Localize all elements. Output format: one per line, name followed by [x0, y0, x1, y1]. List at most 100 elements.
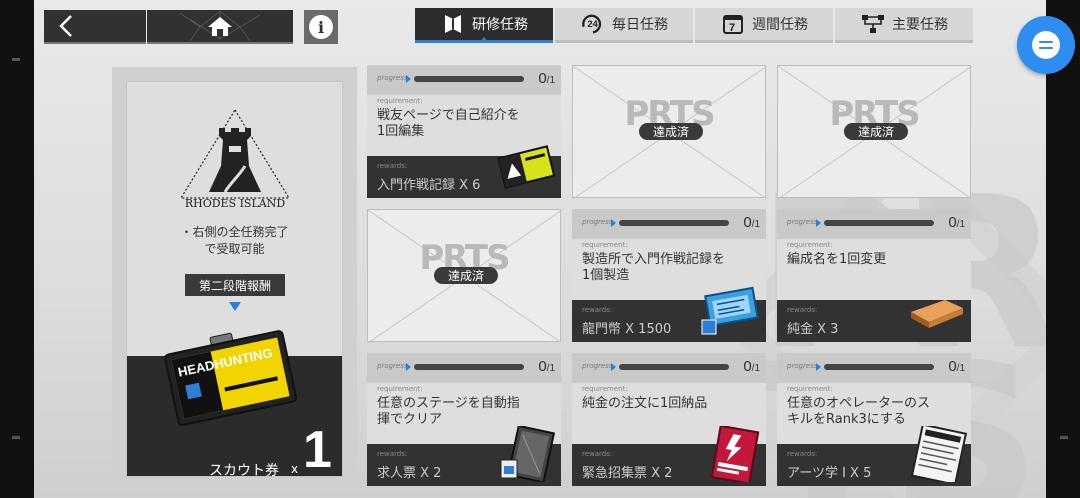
bookmark-icon — [440, 13, 466, 35]
reward-inner: RHODES ISLAND ・右側の全任務完了 で受取可能 第二段階報酬 HEA… — [126, 81, 343, 479]
info-icon: i — [309, 15, 333, 39]
progress-total: 1 — [959, 363, 965, 374]
progress-current: 0 — [743, 214, 752, 231]
rewards-label: rewards: — [377, 450, 408, 458]
battle-record-icon — [497, 145, 556, 189]
requirement-label: requirement: — [787, 241, 833, 249]
svg-text:RHODES ISLAND: RHODES ISLAND — [185, 197, 286, 210]
tab-training[interactable]: 研修任務 — [415, 8, 553, 43]
progress-row: progress 0/1 — [367, 353, 561, 383]
reward-text: 入門作戦記録 X 6 — [377, 178, 481, 193]
rewards-label: rewards: — [582, 450, 613, 458]
progress-row: progress 0/1 — [777, 353, 971, 383]
progress-arrow-icon — [816, 363, 821, 371]
skill-book-icon — [910, 426, 967, 482]
task-card-completed: PRTS 達成済 — [572, 65, 767, 199]
unlock-condition: ・右側の全任務完了 で受取可能 — [127, 224, 342, 258]
info-button[interactable]: i — [304, 10, 338, 44]
task-card[interactable]: progress 0/1 requirement: 任意のステージを自動指揮でク… — [367, 353, 561, 486]
progress-total: 1 — [549, 363, 555, 374]
progress-label: progress — [377, 74, 408, 82]
requirement-text: 編成名を1回変更 — [787, 252, 887, 267]
progress-row: progress 0/1 — [572, 353, 766, 383]
progress-current: 0 — [743, 358, 752, 375]
rhodes-island-logo: RHODES ISLAND — [179, 108, 291, 210]
progress-current: 0 — [538, 70, 547, 87]
reward-text: アーツ学 I X 5 — [787, 466, 872, 481]
tab-main[interactable]: 主要任務 — [835, 8, 973, 43]
task-card[interactable]: progress 0/1 requirement: 任意のオペレーターのスキルを… — [777, 353, 971, 486]
progress-arrow-icon — [611, 219, 616, 227]
progress-current: 0 — [948, 358, 957, 375]
progress-count: 0/1 — [743, 214, 760, 231]
task-card[interactable]: progress 0/1 requirement: 製造所で入門作戦記録を1個製… — [572, 209, 766, 342]
progress-label: progress — [377, 362, 408, 370]
task-card[interactable]: progress 0/1 requirement: 編成名を1回変更 rewar… — [777, 209, 971, 342]
home-button[interactable] — [147, 10, 293, 44]
requirement-label: requirement: — [582, 385, 628, 393]
rewards-label: rewards: — [787, 306, 818, 314]
side-marker — [12, 436, 20, 439]
tab-weekly[interactable]: 7 週間任務 — [695, 8, 833, 43]
progress-bar — [414, 364, 524, 370]
chat-icon — [1032, 31, 1060, 59]
stage-reward-panel: RHODES ISLAND ・右側の全任務完了 で受取可能 第二段階報酬 HEA… — [112, 67, 357, 487]
progress-row: progress 0/1 — [367, 65, 561, 95]
reward-text: 純金 X 3 — [787, 322, 839, 337]
requirement-text: 戦友ページで自己紹介を1回編集 — [377, 108, 520, 139]
tab-label: 主要任務 — [892, 17, 948, 33]
tab-label: 週間任務 — [752, 17, 808, 33]
reward-count: 1 — [303, 421, 332, 479]
requirement-text: 純金の注文に1回納品 — [582, 396, 708, 411]
back-button[interactable] — [44, 10, 146, 44]
progress-count: 0/1 — [538, 70, 555, 87]
task-card-completed: PRTS 達成済 — [367, 209, 562, 343]
headhunting-permit-icon[interactable]: HEADHUNTING — [161, 330, 301, 430]
reward-text: 龍門幣 X 1500 — [582, 322, 672, 337]
completed-badge: 達成済 — [639, 123, 703, 140]
rewards-label: rewards: — [787, 450, 818, 458]
stage-reward-label: 第二段階報酬 — [185, 274, 285, 296]
progress-total: 1 — [549, 75, 555, 86]
chat-button[interactable] — [1017, 16, 1075, 74]
progress-arrow-icon — [816, 219, 821, 227]
requirement-label: requirement: — [377, 385, 423, 393]
chevron-left-icon — [59, 15, 72, 37]
progress-current: 0 — [948, 214, 957, 231]
calendar-7-icon: 7 — [720, 13, 746, 35]
expedited-plan-icon — [710, 426, 760, 482]
progress-count: 0/1 — [538, 358, 555, 375]
task-card[interactable]: progress 0/1 requirement: 戦友ページで自己紹介を1回編… — [367, 65, 561, 198]
progress-bar — [414, 76, 524, 82]
lmd-chip-icon — [701, 286, 759, 335]
requirement-label: requirement: — [377, 97, 423, 105]
condition-line: で受取可能 — [204, 242, 265, 256]
progress-total: 1 — [959, 219, 965, 230]
progress-bar — [824, 220, 934, 226]
reward-multiplier: x — [291, 462, 299, 476]
completed-badge: 達成済 — [844, 123, 908, 140]
tree-icon — [860, 13, 886, 35]
24h-icon: 24 — [580, 13, 606, 35]
completed-badge: 達成済 — [434, 267, 498, 284]
gold-bar-icon — [911, 300, 963, 328]
tab-label: 毎日任務 — [612, 17, 668, 33]
progress-count: 0/1 — [948, 214, 965, 231]
progress-arrow-icon — [406, 75, 411, 83]
progress-label: progress — [787, 218, 818, 226]
task-card[interactable]: progress 0/1 requirement: 純金の注文に1回納品 rew… — [572, 353, 766, 486]
svg-text:24: 24 — [587, 19, 598, 29]
requirement-label: requirement: — [787, 385, 833, 393]
recruit-permit-icon — [500, 426, 556, 482]
svg-text:7: 7 — [729, 22, 735, 34]
progress-row: progress 0/1 — [572, 209, 766, 239]
progress-total: 1 — [754, 363, 760, 374]
requirement-text: 製造所で入門作戦記録を1個製造 — [582, 252, 726, 283]
rewards-label: rewards: — [582, 306, 613, 314]
progress-current: 0 — [538, 358, 547, 375]
progress-label: progress — [582, 362, 613, 370]
tab-daily[interactable]: 24 毎日任務 — [555, 8, 693, 43]
progress-bar — [619, 220, 729, 226]
progress-arrow-icon — [611, 363, 616, 371]
reward-name: スカウト券 — [209, 463, 279, 479]
